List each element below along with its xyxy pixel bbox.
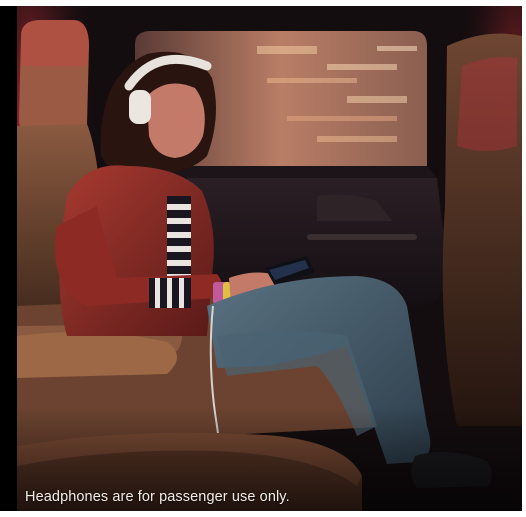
- left-black-bar: [0, 6, 17, 511]
- disclaimer-caption: Headphones are for passenger use only.: [25, 489, 290, 505]
- car-interior-photo: [17, 6, 522, 511]
- photo-illustration: [17, 6, 522, 511]
- image-frame: Headphones are for passenger use only.: [0, 0, 526, 517]
